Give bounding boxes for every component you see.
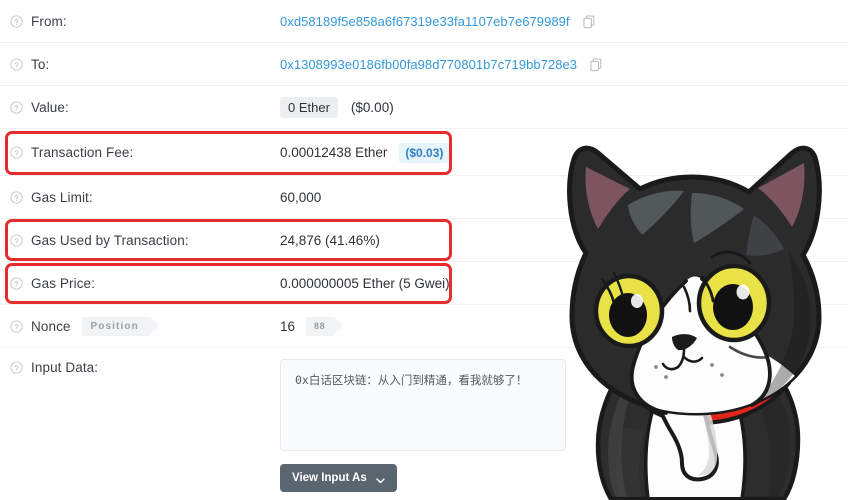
cat-eye-right [696,263,772,343]
row-label: Gas Price: [31,276,96,291]
question-mark-circle-icon[interactable]: ? [10,58,23,71]
row-label: Input Data: [31,360,99,375]
view-input-as-label: View Input As [292,472,367,484]
row-value-cell: 60,000 [280,190,321,205]
nonce-position-badge: Position [81,317,160,336]
row-label: Nonce [31,319,71,334]
row-label: Transaction Fee: [31,145,134,160]
row-value-cell: 0.00012438 Ether ($0.03) [280,142,450,163]
value-usd: ($0.00) [350,100,394,115]
nonce-value: 16 [280,319,296,334]
nonce-position-value-badge: 88 [306,317,344,336]
transaction-details-panel: ? From: 0xd58189f5e858a6f67319e33fa1107e… [0,0,848,500]
gas-used-value: 24,876 (41.46%) [280,233,380,248]
question-mark-circle-icon[interactable]: ? [10,191,23,204]
value-amount-pill: 0 Ether [280,97,338,118]
row-label-cell: ? Nonce Position [0,317,280,336]
question-mark-circle-icon[interactable]: ? [10,146,23,159]
cat-head [567,145,822,416]
to-address-link[interactable]: 0x1308993e0186fb00fa98d770801b7c719bb728… [280,57,577,72]
input-data-text: 0x白话区块链：从入门到精通，看我就够了！ [295,373,528,387]
row-value-cell: 0x1308993e0186fb00fa98d770801b7c719bb728… [280,57,603,72]
copy-icon[interactable] [590,57,603,72]
question-mark-circle-icon[interactable]: ? [10,234,23,247]
row-value-cell: 16 88 [280,317,344,336]
tuxedo-cat-mascot [516,131,848,500]
svg-text:?: ? [14,17,18,26]
question-mark-circle-icon[interactable]: ? [10,361,23,374]
transaction-fee-usd-badge: ($0.03) [399,142,450,163]
chevron-down-icon [376,475,385,484]
row-label-cell: ? From: [0,14,280,29]
row-label: Gas Used by Transaction: [31,233,189,248]
row-value-cell: 0xd58189f5e858a6f67319e33fa1107eb7e67998… [280,14,596,29]
row-value-cell: 24,876 (41.46%) [280,233,380,248]
detail-row-from: ? From: 0xd58189f5e858a6f67319e33fa1107e… [0,0,848,43]
row-label: Value: [31,100,69,115]
row-value-cell: 0.000000005 Ether (5 Gwei) [280,276,450,291]
transaction-fee-value: 0.00012438 Ether [280,145,388,160]
row-label: From: [31,14,67,29]
svg-text:?: ? [14,363,18,372]
svg-text:?: ? [14,103,18,112]
question-mark-circle-icon[interactable]: ? [10,320,23,333]
question-mark-circle-icon[interactable]: ? [10,15,23,28]
copy-icon[interactable] [583,14,596,29]
row-label-cell: ? To: [0,57,280,72]
svg-text:?: ? [14,279,18,288]
question-mark-circle-icon[interactable]: ? [10,101,23,114]
svg-text:?: ? [14,322,18,331]
row-value-cell: 0 Ether ($0.00) [280,97,394,118]
question-mark-circle-icon[interactable]: ? [10,277,23,290]
row-label-cell: ? Transaction Fee: [0,145,280,160]
row-label-cell: ? Value: [0,100,280,115]
gas-limit-value: 60,000 [280,190,322,205]
row-label-cell: ? Gas Price: [0,276,280,291]
detail-row-to: ? To: 0x1308993e0186fb00fa98d770801b7c71… [0,43,848,86]
from-address-link[interactable]: 0xd58189f5e858a6f67319e33fa1107eb7e67998… [280,14,570,29]
row-label: Gas Limit: [31,190,93,205]
row-label-cell: ? Gas Used by Transaction: [0,233,280,248]
svg-text:?: ? [14,193,18,202]
detail-row-value: ? Value: 0 Ether ($0.00) [0,86,848,129]
view-input-as-button[interactable]: View Input As [280,464,397,492]
row-label-cell: ? Input Data: [0,348,280,375]
row-label: To: [31,57,50,72]
svg-text:?: ? [14,236,18,245]
svg-text:?: ? [14,60,18,69]
svg-text:?: ? [14,148,18,157]
gas-price-value: 0.000000005 Ether (5 Gwei) [280,276,450,291]
row-label-cell: ? Gas Limit: [0,190,280,205]
